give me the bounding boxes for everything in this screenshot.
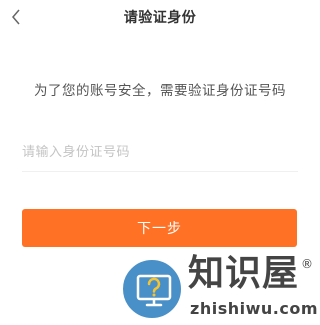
- input-underline: [22, 171, 298, 172]
- instruction-text: 为了您的账号安全，需要验证身份证号码: [34, 83, 286, 99]
- site-watermark: 知识屋 ® zhishiwu.com: [118, 252, 318, 322]
- watermark-logo: [121, 258, 183, 320]
- id-number-input[interactable]: [22, 138, 298, 166]
- page-title: 请验证身份: [123, 10, 197, 26]
- verify-identity-screen: 请验证身份 为了您的账号安全，需要验证身份证号码 下一步 知识屋 ® zhish…: [0, 0, 320, 325]
- navigation-bar: 请验证身份: [0, 0, 320, 34]
- registered-mark: ®: [301, 257, 313, 271]
- next-step-button[interactable]: 下一步: [22, 209, 297, 247]
- monitor-question-icon: [136, 274, 172, 307]
- watermark-brand-name: 知识屋: [188, 253, 300, 294]
- watermark-domain: zhishiwu.com: [190, 299, 318, 318]
